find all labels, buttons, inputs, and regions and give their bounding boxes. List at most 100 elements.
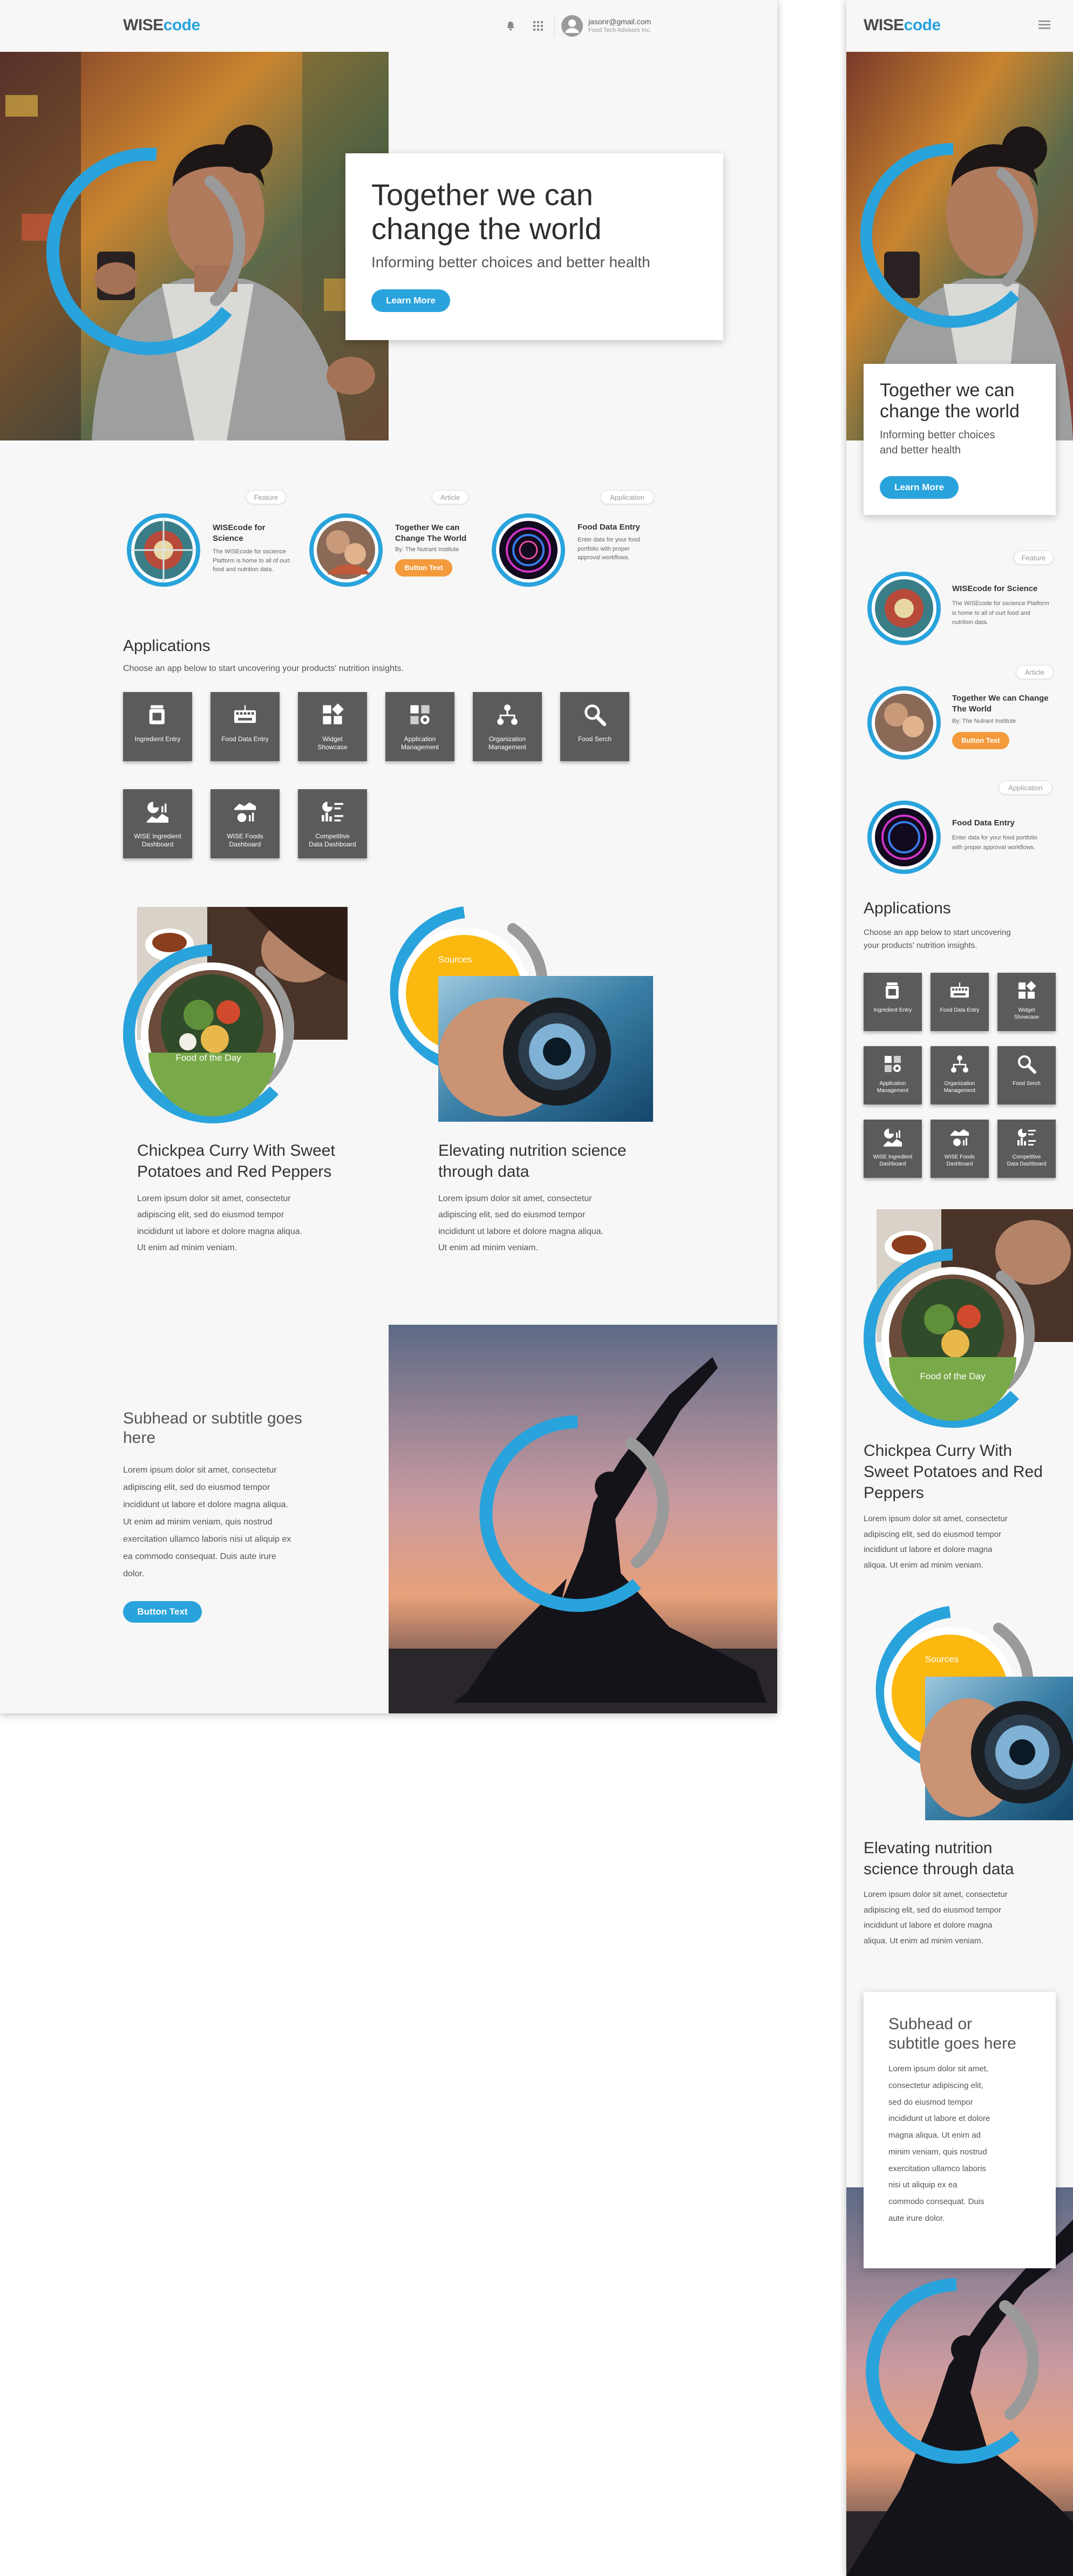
- promo-button[interactable]: Button Text: [123, 1601, 202, 1623]
- mobile-food-data-text: Enter data for your food portfolio with p…: [952, 835, 1037, 851]
- app-tile-label: Widget Showcase: [317, 735, 348, 751]
- hero-card: Together we can change the world Informin…: [345, 153, 723, 340]
- top-nav: WISEcode jasonr@gmail.com Food Tech Advi…: [0, 0, 777, 52]
- mobile-story2-text: Lorem ipsum dolor sit amet, consectetur a…: [864, 1890, 1008, 1945]
- food-data-text: Enter data for your food portfolio with …: [578, 537, 640, 561]
- widget-grid-icon: [997, 973, 1056, 1000]
- hero-circle-motif: [46, 147, 246, 355]
- mobile-food-data-title: Food Data Entry: [952, 818, 1015, 828]
- article-title: Together We can Change The World: [395, 523, 467, 544]
- app-tile-label: WISE Foods Dashboard: [227, 832, 263, 848]
- mobile-sources-label: Sources: [925, 1654, 959, 1664]
- feature-thumb-article[interactable]: [305, 510, 386, 591]
- logo[interactable]: WISEcode: [123, 16, 200, 35]
- app-tile-organization[interactable]: Organization Management: [473, 692, 542, 761]
- app-tile-label: Food Serch: [1013, 1081, 1041, 1087]
- app-tile-label: Widget Showcase: [1014, 1007, 1040, 1020]
- app-tile-competitive[interactable]: Competitive Data Dashboard: [997, 1120, 1056, 1178]
- mobile-story2-title: Elevating nutrition science through data: [864, 1839, 1014, 1878]
- app-tile-label: Food Data Entry: [221, 735, 269, 743]
- hero-subtitle: Informing better choices and better heal…: [371, 254, 650, 270]
- mobile-promo-card: Subhead or subtitle goes here Lorem ipsum…: [864, 1992, 1056, 2268]
- app-tile-label: Competitive Data Dashboard: [309, 832, 356, 848]
- hero-image: [0, 52, 389, 440]
- app-tile-food-serch[interactable]: Food Serch: [560, 692, 629, 761]
- app-tile-food-data-entry[interactable]: Food Data Entry: [210, 692, 280, 761]
- mobile-feature-thumb-article[interactable]: [864, 682, 945, 763]
- app-tile-food-serch[interactable]: Food Serch: [997, 1046, 1056, 1104]
- app-tile-organization[interactable]: Organization Management: [931, 1046, 989, 1104]
- user-avatar-icon[interactable]: [561, 15, 583, 37]
- app-tile-widget[interactable]: Widget Showcase: [298, 692, 367, 761]
- feature-text: The WISEcode for sscience Platform is ho…: [213, 548, 290, 573]
- app-tile-label: WISE Ingredient Dashboard: [873, 1154, 913, 1167]
- mobile-article-button[interactable]: Button Text: [952, 732, 1009, 749]
- mobile-hero-subtitle: Informing better choices and better healt…: [880, 429, 995, 456]
- jar-icon: [123, 692, 192, 726]
- app-tile-ingredient-entry[interactable]: Ingredient Entry: [123, 692, 192, 761]
- mobile-learn-more-button[interactable]: Learn More: [880, 476, 959, 499]
- mobile-feature-thumb-food-data[interactable]: [864, 797, 945, 878]
- competitive-dashboard-icon: [997, 1120, 1056, 1147]
- app-management-icon: [385, 692, 454, 726]
- user-org: Food Tech Advisors Inc.: [588, 27, 651, 33]
- feature-title: WISEcode for Science: [213, 523, 266, 544]
- foods-dashboard-icon: [210, 789, 280, 823]
- mobile-feature-text: The WISEcode for sscience Platform is hom…: [952, 600, 1049, 626]
- feature-thumb-food-data[interactable]: [488, 510, 569, 591]
- desktop-page: WISEcode jasonr@gmail.com Food Tech Advi…: [0, 0, 777, 1713]
- foods-dashboard-icon: [931, 1120, 989, 1147]
- story1-title: Chickpea Curry With Sweet Potatoes and Re…: [137, 1142, 335, 1181]
- app-tile-application[interactable]: Application Management: [864, 1046, 922, 1104]
- mobile-feature-title: WISEcode for Science: [952, 584, 1038, 593]
- apps-grid-icon[interactable]: [533, 21, 543, 31]
- app-tile-label: Organization Management: [488, 735, 527, 751]
- mobile-promo-title: Subhead or subtitle goes here: [888, 2015, 1016, 2052]
- app-tile-wise-foods[interactable]: WISE Foods Dashboard: [210, 789, 280, 858]
- bell-icon[interactable]: [505, 21, 516, 31]
- org-chart-icon: [931, 1046, 989, 1073]
- mobile-hero-circle-motif: [860, 143, 1034, 328]
- mobile-feature-thumb-science[interactable]: [864, 568, 945, 649]
- story2-title: Elevating nutrition science through data: [438, 1142, 627, 1181]
- app-tile-wise-ingredient[interactable]: WISE Ingredient Dashboard: [864, 1120, 922, 1178]
- app-tile-widget[interactable]: Widget Showcase: [997, 973, 1056, 1031]
- magnifier-icon: [997, 1046, 1056, 1074]
- magnifier-icon: [560, 692, 629, 727]
- mobile-logo[interactable]: WISEcode: [864, 16, 941, 35]
- app-tile-food-data-entry[interactable]: Food Data Entry: [931, 973, 989, 1031]
- yoga-circle-motif: [479, 1415, 669, 1612]
- hamburger-menu-icon[interactable]: [1038, 21, 1050, 29]
- mobile-article-title: Together We can Change The World: [952, 694, 1049, 714]
- keyboard-icon: [931, 973, 989, 1000]
- article-button[interactable]: Button Text: [395, 559, 452, 577]
- app-tile-label: Competitive Data Dashboard: [1007, 1154, 1047, 1167]
- org-chart-icon: [473, 692, 542, 726]
- hero-title: Together we can change the world: [371, 178, 602, 246]
- yoga-photo: [389, 1325, 777, 1713]
- app-tile-wise-ingredient[interactable]: WISE Ingredient Dashboard: [123, 789, 192, 858]
- feature-thumb-science[interactable]: [123, 510, 204, 591]
- ingredient-dashboard-icon: [123, 789, 192, 823]
- app-tile-competitive[interactable]: Competitive Data Dashboard: [298, 789, 367, 858]
- app-tile-wise-foods[interactable]: WISE Foods Dashboard: [931, 1120, 989, 1178]
- learn-more-button[interactable]: Learn More: [371, 289, 450, 312]
- mobile-applications-title: Applications: [864, 899, 951, 917]
- story2-text: Lorem ipsum dolor sit amet, consectetur a…: [438, 1194, 603, 1253]
- mobile-top-nav: WISEcode: [846, 0, 1073, 52]
- app-tile-label: Food Data Entry: [940, 1007, 980, 1013]
- food-of-day-motif: [123, 944, 295, 1123]
- competitive-dashboard-icon: [298, 789, 367, 823]
- applications-title: Applications: [123, 637, 210, 655]
- app-tile-label: Application Management: [400, 735, 439, 751]
- application-tag: Application: [600, 490, 654, 504]
- article-byline: By: The Nutrant Institute: [395, 546, 459, 553]
- sources-label: Sources: [438, 954, 472, 965]
- article-tag: Article: [432, 490, 468, 504]
- promo-text: Lorem ipsum dolor sit amet, consectetur a…: [123, 1466, 291, 1578]
- jar-icon: [864, 973, 922, 1000]
- app-tile-ingredient-entry[interactable]: Ingredient Entry: [864, 973, 922, 1031]
- app-tile-application[interactable]: Application Management: [385, 692, 454, 761]
- app-tile-label: Organization Management: [943, 1081, 976, 1094]
- app-tile-label: Food Serch: [578, 735, 612, 743]
